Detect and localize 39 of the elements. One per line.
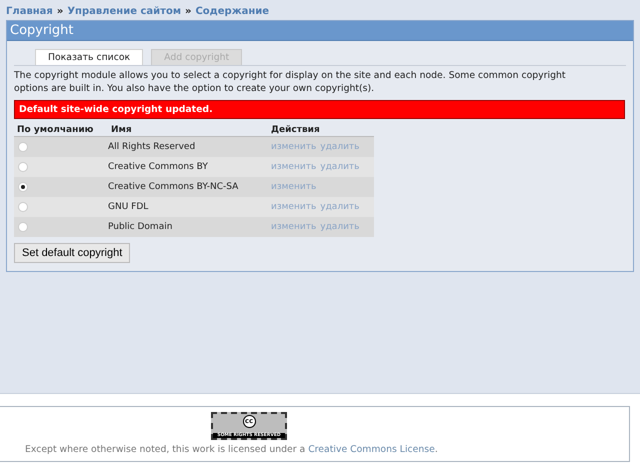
copyright-name: GNU FDL	[108, 202, 150, 212]
action-link[interactable]: изменить	[271, 222, 316, 232]
copyright-name: All Rights Reserved	[108, 142, 196, 152]
copyright-name: Public Domain	[108, 222, 174, 232]
breadcrumb-separator: »	[56, 6, 64, 17]
copyright-name: Creative Commons BY-NC-SA	[108, 182, 240, 192]
status-message: Default site-wide copyright updated.	[14, 100, 625, 119]
description-text: The copyright module allows you to select a copyright for display on the site and each node. Some common copyright options are built in. You also have the option to create your own copyright(s).	[14, 69, 567, 95]
license-link[interactable]: Creative Commons License	[308, 444, 435, 455]
column-header: Действия	[270, 125, 321, 135]
action-link[interactable]: изменить	[271, 142, 316, 152]
set-default-button[interactable]: Set default copyright	[14, 243, 130, 263]
copyright-name: Creative Commons BY	[108, 162, 209, 172]
breadcrumb-link[interactable]: Содержание	[195, 6, 270, 17]
table-row[interactable]: Creative Commons BY-NC-SA изменить	[14, 177, 374, 197]
panel-title: Copyright	[7, 21, 633, 41]
radio-button[interactable]	[18, 162, 28, 172]
table-row[interactable]: All Rights Reserved изменить удалить	[14, 137, 374, 157]
radio-button[interactable]	[18, 142, 28, 152]
column-header: По умолчанию	[16, 125, 94, 135]
radio-button[interactable]	[18, 222, 28, 232]
radio-button[interactable]	[18, 202, 28, 212]
breadcrumb-link[interactable]: Главная	[6, 6, 53, 17]
action-link[interactable]: удалить	[320, 202, 360, 212]
table-row[interactable]: Public Domain изменить удалить	[14, 217, 374, 237]
action-link[interactable]: удалить	[320, 142, 360, 152]
action-link[interactable]: изменить	[271, 202, 316, 212]
action-link[interactable]: удалить	[320, 162, 360, 172]
action-link[interactable]: изменить	[271, 182, 316, 192]
action-link[interactable]: изменить	[271, 162, 316, 172]
tab[interactable]: Показать список	[35, 49, 144, 65]
action-link[interactable]: удалить	[320, 222, 360, 232]
breadcrumb-link[interactable]: Управление сайтом	[67, 6, 181, 17]
radio-button[interactable]	[18, 182, 28, 192]
table-row[interactable]: GNU FDL изменить удалить	[14, 197, 374, 217]
breadcrumb-separator: »	[185, 6, 192, 17]
license-text: Except where otherwise noted, this work is licensed under a Creative Commons License.	[25, 444, 438, 455]
table-row[interactable]: Creative Commons BY изменить удалить	[14, 157, 374, 177]
column-header: Имя	[110, 125, 133, 135]
